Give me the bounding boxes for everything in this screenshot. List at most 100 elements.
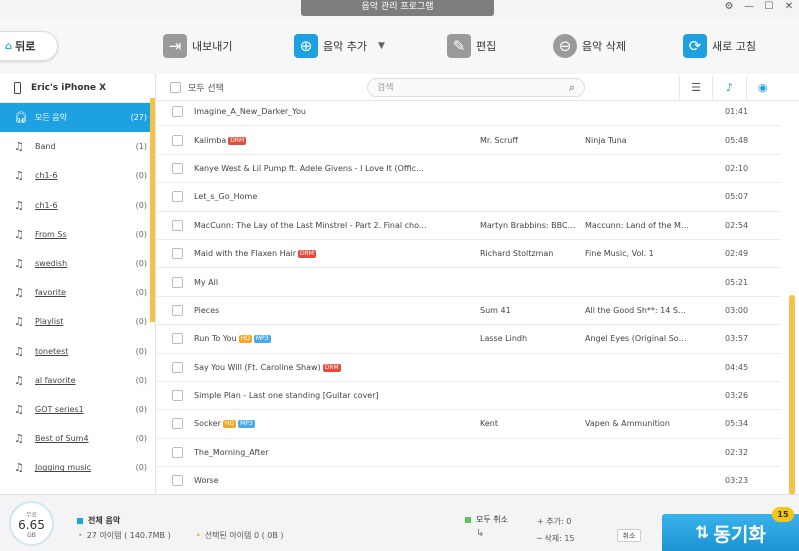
close-icon[interactable]: ✕ [783, 1, 795, 12]
playlist-icon: ♫ [14, 344, 24, 358]
delete-music-button[interactable]: ⊖ 음악 삭제 [553, 34, 626, 58]
sidebar-item-count: (0) [135, 171, 147, 181]
sidebar-item[interactable]: ♫ GOT series1 (0) [0, 395, 155, 424]
search-input[interactable] [377, 82, 569, 93]
song-row[interactable]: Maid with the Flaxen Hair DRM Richard Stol… [157, 240, 781, 269]
sidebar-item-label: Playlist [35, 317, 64, 327]
playlist-icon: ♫ [14, 402, 24, 416]
song-artist: Lasse Lindh [480, 334, 528, 344]
song-checkbox[interactable] [172, 446, 183, 458]
song-row[interactable]: Simple Plan - Last one standing [Guitar … [157, 382, 781, 411]
sidebar-item[interactable]: ♫ tonetest (0) [0, 337, 155, 366]
drm-badge: DRM [298, 250, 316, 259]
export-button[interactable]: ⇥ 내보내기 [163, 34, 232, 58]
song-duration: 05:34 [725, 419, 749, 429]
song-title: Imagine_A_New_Darker_You [194, 107, 474, 116]
song-title-text: Worse [194, 476, 219, 486]
song-duration: 05:21 [725, 277, 749, 287]
song-row[interactable]: Worse 03:23 [157, 467, 781, 496]
sidebar-item-count: (0) [135, 259, 147, 269]
sidebar-item-label: GOT series1 [35, 404, 84, 414]
song-checkbox[interactable] [172, 134, 183, 146]
sidebar-item[interactable]: ♫ favorite (0) [0, 278, 155, 307]
song-album: All the Good Sh**: 14 Solid... [585, 305, 689, 315]
song-title-text: Kanye West & Lil Pump ft. Adele Givens -… [194, 163, 424, 173]
add-music-button[interactable]: ⊕ 음악 추가 ▼ [294, 34, 385, 58]
sidebar-item-label: Best of Sum4 [35, 434, 89, 444]
cancel-all[interactable]: 모두 취소 [465, 514, 508, 525]
song-row[interactable]: MacCunn: The Lay of the Last Minstrel - … [157, 212, 781, 240]
song-row[interactable]: Kanye West & Lil Pump ft. Adele Givens -… [157, 155, 781, 184]
artist-view-icon[interactable]: ♪ [712, 76, 745, 99]
song-album: Maccunn: Land of the Mou... [585, 220, 689, 230]
dot-icon: • [78, 531, 83, 540]
song-row[interactable]: Imagine_A_New_Darker_You 01:41 [157, 98, 781, 127]
list-scrollbar[interactable] [789, 295, 795, 495]
sidebar-item-count: (0) [135, 404, 147, 414]
song-checkbox[interactable] [172, 162, 183, 174]
song-duration: 04:45 [725, 362, 749, 372]
song-title: My All [194, 278, 474, 287]
sidebar-item[interactable]: ♫ From Ss (0) [0, 220, 155, 249]
title-bar: 음악 관리 프로그램 ⚙ — ☐ ✕ [0, 0, 799, 18]
sidebar-scrollbar[interactable] [150, 98, 155, 322]
minimize-icon[interactable]: — [743, 1, 755, 12]
add-music-label: 음악 추가 [323, 40, 367, 53]
gear-icon[interactable]: ⚙ [723, 1, 735, 12]
sidebar-item[interactable]: ♫ Band (1) [0, 132, 155, 161]
refresh-button[interactable]: ⟳ 새로 고침 [683, 34, 756, 58]
sidebar-item[interactable]: ♫ Best of Sum4 (0) [0, 424, 155, 453]
sidebar-item[interactable]: ♫ Playlist (0) [0, 307, 155, 336]
song-title: Let_s_Go_Home [194, 192, 474, 201]
storage-indicator: 무료 6.65 GB [9, 501, 54, 546]
back-button[interactable]: ⌂ 뒤로 [0, 31, 58, 61]
back-label: 뒤로 [15, 40, 36, 53]
cancel-button[interactable]: 취소 [617, 529, 641, 542]
song-checkbox[interactable] [172, 248, 183, 260]
song-title-text: Say You Will (Ft. Caroline Shaw) [194, 362, 321, 372]
album-view-icon[interactable]: ◉ [745, 76, 779, 99]
song-row[interactable]: Say You Will (Ft. Caroline Shaw) DRM 04:45 [157, 354, 781, 382]
sidebar-item[interactable]: 🎧︎ 모든 음악 (27) [0, 103, 155, 133]
song-title-text: Pieces [194, 305, 220, 315]
sidebar-item[interactable]: ♫ Jogging music (0) [0, 453, 155, 482]
song-title-text: Imagine_A_New_Darker_You [194, 107, 306, 117]
song-checkbox[interactable] [172, 219, 183, 231]
search-icon[interactable]: ⌕ [569, 81, 575, 95]
song-duration: 03:00 [725, 305, 749, 315]
items-summary-text: 27 아이템 ( 140.7MB ) [86, 531, 171, 540]
song-checkbox[interactable] [172, 304, 183, 316]
song-row[interactable]: Socker HQ MP3 Kent Vapen & Ammunition 05:34 [157, 410, 781, 439]
edit-button[interactable]: ✎ 편집 [447, 34, 496, 58]
sidebar-item[interactable]: ♫ ch1-6 (0) [0, 161, 155, 190]
song-checkbox[interactable] [172, 361, 183, 373]
sidebar-item[interactable]: ♫ al favorite (0) [0, 366, 155, 395]
song-checkbox[interactable] [172, 276, 183, 288]
drm-badge: DRM [228, 136, 247, 145]
song-checkbox[interactable] [172, 106, 183, 118]
sidebar-item-count: (0) [135, 229, 147, 239]
song-checkbox[interactable] [172, 390, 183, 402]
select-all-checkbox[interactable] [170, 82, 181, 93]
sidebar-item[interactable]: ♫ swedish (0) [0, 249, 155, 278]
song-row[interactable]: Pieces Sum 41 All the Good Sh**: 14 Solid.… [157, 297, 781, 326]
song-row[interactable]: Run To You HQ MP3 Lasse Lindh Angel Eyes (Or… [157, 325, 781, 354]
chevron-down-icon[interactable]: ▼ [378, 41, 385, 51]
song-row[interactable]: Kalimba DRM Mr. Scruff Ninja Tuna 05:48 [157, 126, 781, 155]
maximize-icon[interactable]: ☐ [763, 1, 775, 12]
song-row[interactable]: My All 05:21 [157, 268, 781, 297]
song-artist: Richard Stoltzman [480, 249, 554, 259]
song-checkbox[interactable] [172, 191, 183, 203]
song-row[interactable]: Let_s_Go_Home 05:07 [157, 183, 781, 212]
song-checkbox[interactable] [172, 333, 183, 345]
song-checkbox[interactable] [172, 418, 183, 430]
song-title: Pieces [194, 306, 474, 315]
song-title-text: MacCunn: The Lay of the Last Minstrel - … [194, 220, 427, 230]
select-all[interactable]: 모두 선택 [170, 81, 224, 94]
refresh-label: 새로 고침 [712, 40, 756, 53]
song-checkbox[interactable] [172, 475, 183, 487]
device-header[interactable]: Eric's iPhone X [0, 74, 155, 103]
sidebar-item[interactable]: ♫ ch1-6 (0) [0, 191, 155, 220]
song-row[interactable]: The_Morning_After 02:32 [157, 439, 781, 468]
list-view-icon[interactable]: ☰ [679, 76, 712, 99]
